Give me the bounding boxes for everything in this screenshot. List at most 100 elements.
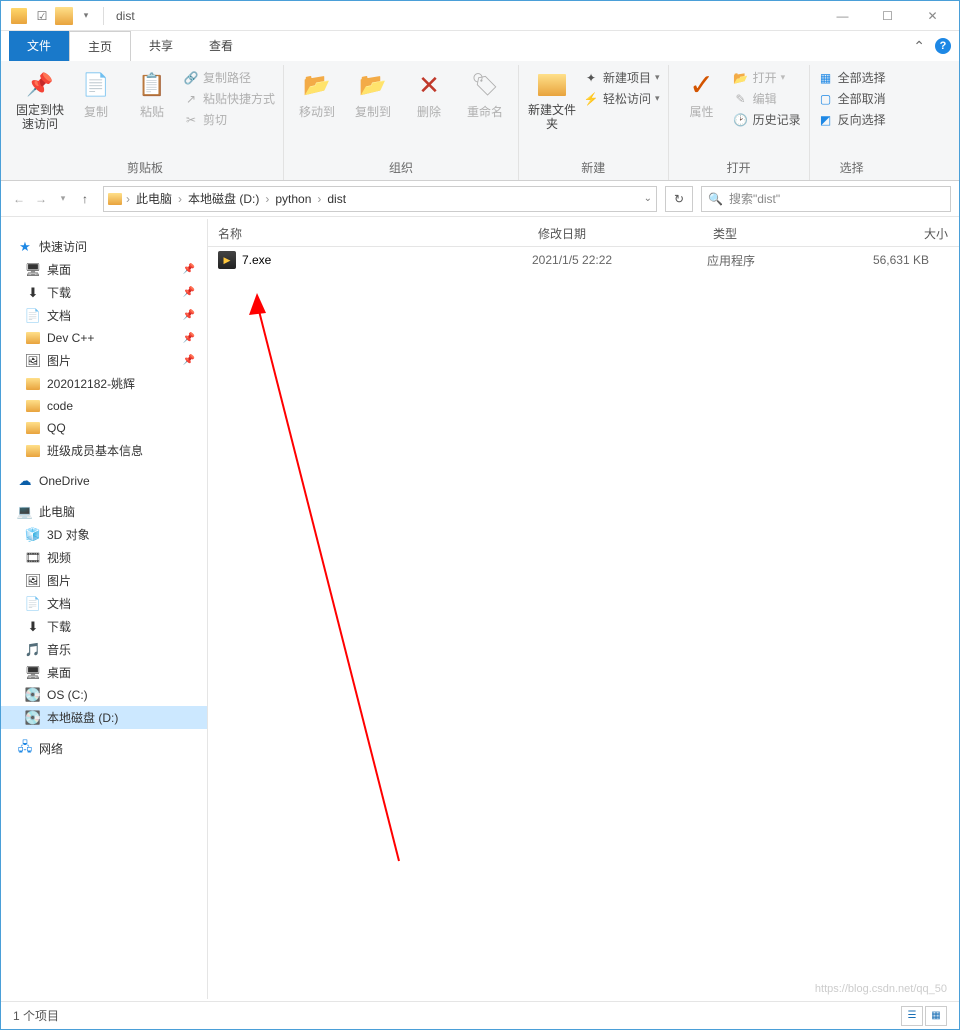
thumbnails-view-icon[interactable]: ▦ [925,1006,947,1026]
qat-dropdown-icon[interactable]: ▾ [77,7,95,25]
chevron-right-icon[interactable]: › [265,192,269,206]
collapse-ribbon-icon[interactable]: ⌃ [913,38,925,55]
sidebar-network[interactable]: 🖧网络 [1,737,207,760]
item-icon: 💽 [25,687,41,703]
easyaccess-button[interactable]: ⚡轻松访问▾ [583,90,660,107]
qat-properties-icon[interactable]: ☑ [33,7,51,25]
item-icon: 🎵 [25,642,41,658]
header-type[interactable]: 类型 [703,219,853,246]
pin-icon: 📌 [183,333,195,344]
forward-button[interactable]: → [31,189,51,209]
sidebar-item[interactable]: ⬇下载 [1,615,207,638]
sidebar-item[interactable]: 🎵音乐 [1,638,207,661]
selectnone-button[interactable]: ▢全部取消 [818,90,886,107]
tab-view[interactable]: 查看 [191,31,251,61]
sidebar-item[interactable]: 🖥桌面📌 [1,258,207,281]
sidebar-item[interactable]: 📄文档📌 [1,304,207,327]
tab-share[interactable]: 共享 [131,31,191,61]
copy-button[interactable]: 📄 复制 [71,69,121,120]
newitem-button[interactable]: ✦新建项目▾ [583,69,660,86]
sidebar-item[interactable]: 💽本地磁盘 (D:) [1,706,207,729]
shortcut-icon: ↗ [183,91,199,107]
sidebar-quickaccess[interactable]: ★快速访问 [1,235,207,258]
pin-quickaccess-button[interactable]: 📌 固定到快速访问 [15,69,65,132]
selectnone-icon: ▢ [818,91,834,107]
tab-file[interactable]: 文件 [9,31,69,61]
back-button[interactable]: ← [9,189,29,209]
address-dropdown-icon[interactable]: ⌄ [644,193,652,204]
history-button[interactable]: 🕑历史记录 [733,111,801,128]
pasteshortcut-button[interactable]: ↗粘贴快捷方式 [183,90,275,107]
sidebar-item[interactable]: 班级成员基本信息 [1,439,207,462]
open-icon: 📂 [733,70,749,86]
tab-home[interactable]: 主页 [69,31,131,61]
invert-button[interactable]: ◩反向选择 [818,111,886,128]
minimize-button[interactable]: — [820,2,865,30]
navigation-pane[interactable]: ★快速访问 🖥桌面📌⬇下载📌📄文档📌Dev C++📌🖼图片📌202012182-… [1,219,208,999]
moveto-icon: 📂 [301,69,333,101]
sidebar-item[interactable]: 🖼图片 [1,569,207,592]
copyto-button[interactable]: 📂复制到 [348,69,398,120]
open-button[interactable]: 📂打开▾ [733,69,801,86]
moveto-button[interactable]: 📂移动到 [292,69,342,120]
item-icon [25,443,41,459]
sidebar-item[interactable]: 202012182-姚辉 [1,372,207,395]
file-row[interactable]: ▶7.exe2021/1/5 22:22应用程序56,631 KB [208,247,959,273]
header-name[interactable]: 名称 [208,219,528,246]
maximize-button[interactable]: ☐ [865,2,910,30]
newfolder-button[interactable]: 新建文件夹 [527,69,577,132]
sidebar-item[interactable]: QQ [1,417,207,439]
sidebar-item[interactable]: Dev C++📌 [1,327,207,349]
recent-dropdown[interactable]: ▾ [53,189,73,209]
group-organize: 📂移动到 📂复制到 ✕删除 🏷重命名 组织 [284,65,519,180]
item-count: 1 个项目 [13,1007,59,1024]
search-box[interactable]: 🔍 搜索"dist" [701,186,951,212]
sidebar-item[interactable]: 🎞视频 [1,546,207,569]
group-select-label: 选择 [818,157,886,180]
quick-access-toolbar: ☑ ▾ [33,7,104,25]
exe-icon: ▶ [218,251,236,269]
refresh-button[interactable]: ↻ [665,186,693,212]
crumb-disk-d[interactable]: 本地磁盘 (D:) [186,190,261,207]
qat-folder-icon[interactable] [55,7,73,25]
delete-button[interactable]: ✕删除 [404,69,454,120]
header-size[interactable]: 大小 [853,219,959,246]
header-date[interactable]: 修改日期 [528,219,703,246]
crumb-thispc[interactable]: 此电脑 [134,190,174,207]
details-view-icon[interactable]: ☰ [901,1006,923,1026]
folder-icon [108,193,122,205]
up-button[interactable]: ↑ [75,189,95,209]
chevron-right-icon[interactable]: › [317,192,321,206]
sidebar-item[interactable]: ⬇下载📌 [1,281,207,304]
rename-button[interactable]: 🏷重命名 [460,69,510,120]
sidebar-item[interactable]: 🖼图片📌 [1,349,207,372]
cut-icon: ✂ [183,112,199,128]
item-icon: 🎞 [25,550,41,566]
crumb-dist[interactable]: dist [325,192,348,206]
selectall-button[interactable]: ▦全部选择 [818,69,886,86]
edit-button[interactable]: ✎编辑 [733,90,801,107]
item-icon: 📄 [25,596,41,612]
sidebar-thispc[interactable]: 💻此电脑 [1,500,207,523]
group-open-label: 打开 [677,157,801,180]
chevron-right-icon[interactable]: › [126,192,130,206]
cut-button[interactable]: ✂剪切 [183,111,275,128]
copypath-button[interactable]: 🔗复制路径 [183,69,275,86]
breadcrumb-box[interactable]: › 此电脑 › 本地磁盘 (D:) › python › dist ⌄ [103,186,657,212]
item-icon: 🖼 [25,353,41,369]
crumb-python[interactable]: python [273,192,313,206]
properties-button[interactable]: ✓属性 [677,69,727,120]
sidebar-item[interactable]: 💽OS (C:) [1,684,207,706]
sidebar-item[interactable]: code [1,395,207,417]
window-title: dist [112,9,820,23]
pin-icon: 📌 [24,69,56,101]
chevron-right-icon[interactable]: › [178,192,182,206]
sidebar-item[interactable]: 🧊3D 对象 [1,523,207,546]
sidebar-onedrive[interactable]: ☁OneDrive [1,470,207,492]
sidebar-item[interactable]: 🖥桌面 [1,661,207,684]
close-button[interactable]: ✕ [910,2,955,30]
paste-button[interactable]: 📋 粘贴 [127,69,177,120]
sidebar-item[interactable]: 📄文档 [1,592,207,615]
folder-icon [536,69,568,101]
help-icon[interactable]: ? [935,38,951,54]
